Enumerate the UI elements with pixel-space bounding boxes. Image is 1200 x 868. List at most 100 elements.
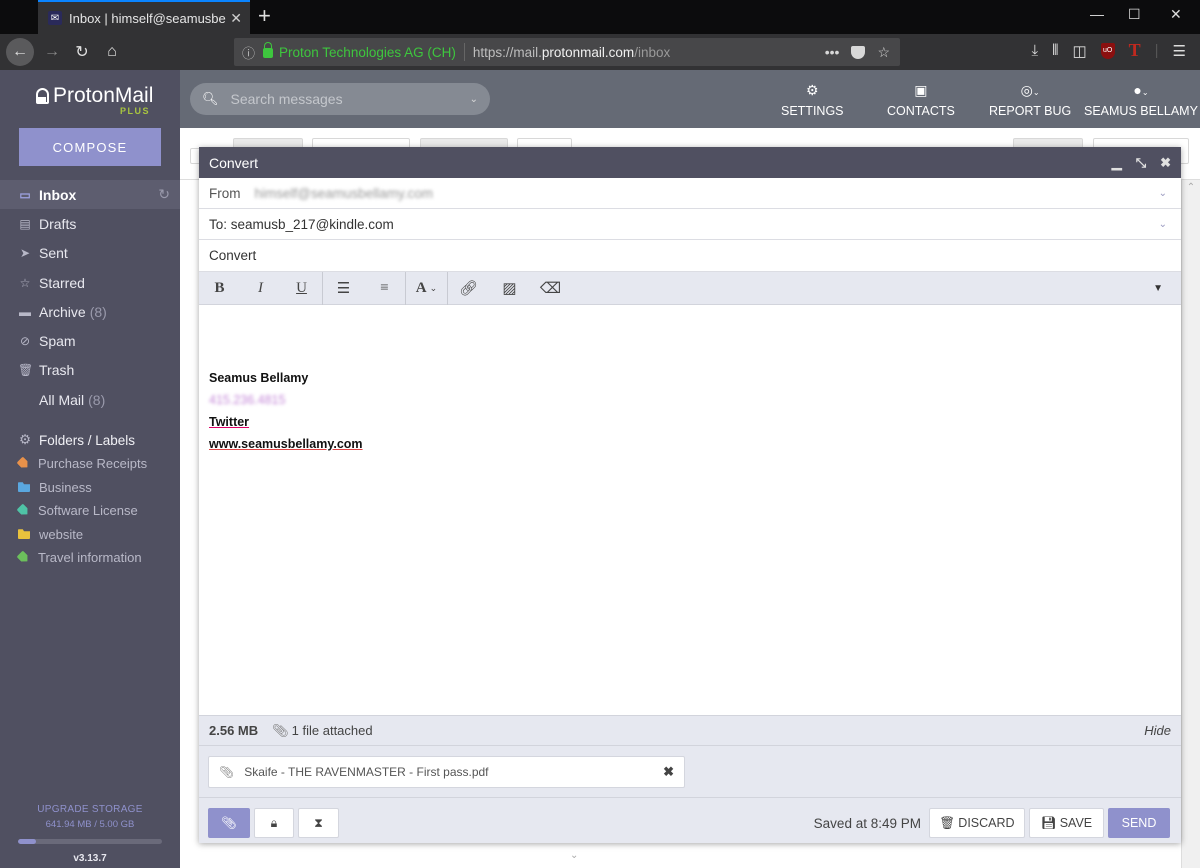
floppy-disk-icon: 💾︎ [1040, 815, 1057, 830]
bookmark-star-icon[interactable]: ☆ [877, 44, 890, 61]
chevron-down-icon[interactable]: ⌄ [1159, 219, 1167, 230]
font-size-button[interactable]: A ⌄ [406, 272, 447, 305]
close-window-button[interactable]: ✕ [1170, 6, 1182, 23]
sidebar-item-trash[interactable]: 🗑︎ Trash [0, 356, 180, 385]
settings-nav[interactable]: ⚙ SETTINGS [781, 82, 844, 118]
remove-attachment-icon[interactable]: ✖ [663, 764, 674, 780]
contacts-nav[interactable]: ▣ CONTACTS [887, 82, 955, 118]
chevron-down-icon[interactable]: ⌄ [470, 94, 478, 105]
lifebuoy-icon: ◎⌄ [1020, 82, 1040, 98]
attach-file-button[interactable]: 📎︎ [208, 808, 250, 838]
browser-tabbar: ✉ Inbox | himself@seamusbellamy.com ✕ + … [0, 0, 1200, 34]
compose-button[interactable]: COMPOSE [19, 128, 161, 166]
folders-labels-section: ⚙ Folders / Labels Purchase Receipts Bus… [0, 428, 180, 570]
forward-button[interactable]: → [40, 38, 64, 66]
folders-labels-heading[interactable]: ⚙ Folders / Labels [0, 428, 180, 452]
bullet-list-icon: ☰ [336, 280, 351, 297]
search-bar[interactable]: 🔍︎ ⌄ [190, 83, 490, 115]
composer-title: Convert [209, 154, 259, 171]
home-button[interactable]: ⌂ [100, 38, 124, 66]
ublock-icon[interactable]: uO [1100, 42, 1115, 59]
chevron-down-icon[interactable]: ⌄ [1159, 188, 1167, 199]
url-bar[interactable]: ⓘ Proton Technologies AG (CH) https://ma… [234, 38, 900, 66]
upgrade-storage-link[interactable]: UPGRADE STORAGE [0, 804, 180, 815]
insert-image-button[interactable]: ▨ [489, 272, 530, 305]
url-separator [463, 43, 465, 61]
paperclip-icon: 📎︎ [221, 815, 237, 830]
discard-button[interactable]: 🗑︎ DISCARD [929, 808, 1025, 838]
underline-button[interactable]: U [281, 272, 322, 305]
content-scrollbar[interactable]: ⌃ [1181, 180, 1200, 868]
sidebar-item-spam[interactable]: ⊘ Spam [0, 326, 180, 355]
sidebar-item-starred[interactable]: ☆ Starred [0, 268, 180, 297]
label-software-license[interactable]: Software License [0, 499, 180, 523]
signature-twitter-link[interactable]: Twitter [209, 415, 249, 429]
sidebar-toggle-icon[interactable]: ◫ [1072, 42, 1086, 60]
subject-field[interactable]: Convert [199, 240, 1181, 272]
page-actions-icon[interactable]: ••• [825, 44, 840, 60]
minimize-window-button[interactable]: — [1090, 6, 1104, 22]
attachment-item[interactable]: 📎︎ Skaife - THE RAVENMASTER - First pass… [208, 756, 685, 788]
message-body-editor[interactable]: Seamus Bellamy 415.236.4815 Twitter www.… [199, 305, 1181, 715]
tab-close-icon[interactable]: ✕ [230, 10, 242, 27]
attachment-size: 2.56 MB [209, 723, 259, 738]
more-options-caret-icon[interactable]: ▼ [1153, 283, 1163, 294]
sidebar-item-inbox[interactable]: ▭ Inbox ↻ [0, 180, 180, 210]
formatting-toolbar: B I U ☰ ≡ A ⌄ 🔗︎ ▨ ⌫ ▼ [199, 271, 1181, 305]
chevron-down-icon: ⌄ [429, 282, 438, 293]
storage-progress-bar [18, 839, 162, 844]
attachment-summary-bar: 2.56 MB 📎︎ 1 file attached Hide [199, 715, 1181, 746]
encrypt-button[interactable]: 🔒︎ [254, 808, 294, 838]
from-field[interactable]: From himself@seamusbellamy.com ⌄ [199, 178, 1181, 209]
signature-phone: 415.236.4815 [209, 393, 286, 407]
save-button[interactable]: 💾︎ SAVE [1029, 808, 1104, 838]
expiration-button[interactable]: ⧗ [298, 808, 339, 838]
back-button[interactable]: ← [6, 38, 34, 66]
scroll-down-icon[interactable]: ⌄ [570, 850, 578, 861]
user-menu-nav[interactable]: ●⌄ SEAMUS BELLAMY [1084, 82, 1198, 118]
search-input[interactable] [230, 91, 470, 107]
bullet-list-button[interactable]: ☰ [323, 272, 364, 305]
browser-tab[interactable]: ✉ Inbox | himself@seamusbellamy.com ✕ [38, 0, 250, 34]
sidebar-item-archive[interactable]: ▬ Archive (8) [0, 297, 180, 326]
scroll-up-icon[interactable]: ⌃ [1182, 182, 1200, 193]
insert-link-button[interactable]: 🔗︎ [448, 272, 489, 305]
top-header: 🔍︎ ⌄ ⚙ SETTINGS ▣ CONTACTS ◎⌄ REPORT BUG… [180, 70, 1200, 128]
clear-formatting-button[interactable]: ⌫ [530, 272, 571, 305]
to-field[interactable]: To: seamusb_217@kindle.com ⌄ [199, 209, 1181, 240]
refresh-icon[interactable]: ↻ [158, 186, 170, 203]
sidebar-item-drafts[interactable]: ▤ Drafts [0, 209, 180, 238]
send-button[interactable]: SEND [1108, 808, 1170, 838]
hide-attachments-link[interactable]: Hide [1144, 723, 1171, 738]
sidebar-item-sent[interactable]: ➤ Sent [0, 239, 180, 268]
library-icon[interactable]: ⫴ [1052, 42, 1058, 59]
new-tab-button[interactable]: + [258, 4, 271, 28]
drafts-icon: ▤ [19, 216, 31, 231]
bold-button[interactable]: B [199, 272, 240, 305]
extension-t-icon[interactable]: T [1129, 40, 1141, 61]
minimize-composer-icon[interactable]: ▁ [1112, 155, 1122, 171]
composer-titlebar[interactable]: Convert ▁ ⤡ ✖ [199, 147, 1181, 178]
numbered-list-button[interactable]: ≡ [364, 272, 405, 305]
download-icon[interactable]: ⤓ [1031, 42, 1038, 59]
collapse-composer-icon[interactable]: ⤡ [1136, 155, 1146, 171]
maximize-window-button[interactable]: ☐ [1128, 6, 1141, 23]
close-composer-icon[interactable]: ✖ [1160, 155, 1171, 171]
pocket-icon[interactable] [851, 45, 866, 59]
protonmail-logo[interactable]: ProtonMail [36, 84, 153, 108]
report-bug-nav[interactable]: ◎⌄ REPORT BUG [989, 82, 1071, 118]
site-info-icon[interactable]: ⓘ [242, 43, 255, 62]
menu-hamburger-icon[interactable]: ☰ [1173, 42, 1186, 60]
eraser-icon: ⌫ [539, 280, 562, 297]
folder-website[interactable]: website [0, 523, 180, 547]
signature-website-link[interactable]: www.seamusbellamy.com [209, 437, 363, 451]
label-travel-information[interactable]: Travel information [0, 546, 180, 570]
italic-button[interactable]: I [240, 272, 281, 305]
label-purchase-receipts[interactable]: Purchase Receipts [0, 452, 180, 476]
sidebar-item-all-mail[interactable]: All Mail (8) [0, 385, 180, 414]
reload-button[interactable]: ↻ [70, 38, 94, 66]
folder-business[interactable]: Business [0, 476, 180, 500]
tag-icon [16, 457, 30, 471]
folder-icon [18, 482, 30, 493]
hourglass-icon: ⧗ [314, 815, 323, 830]
